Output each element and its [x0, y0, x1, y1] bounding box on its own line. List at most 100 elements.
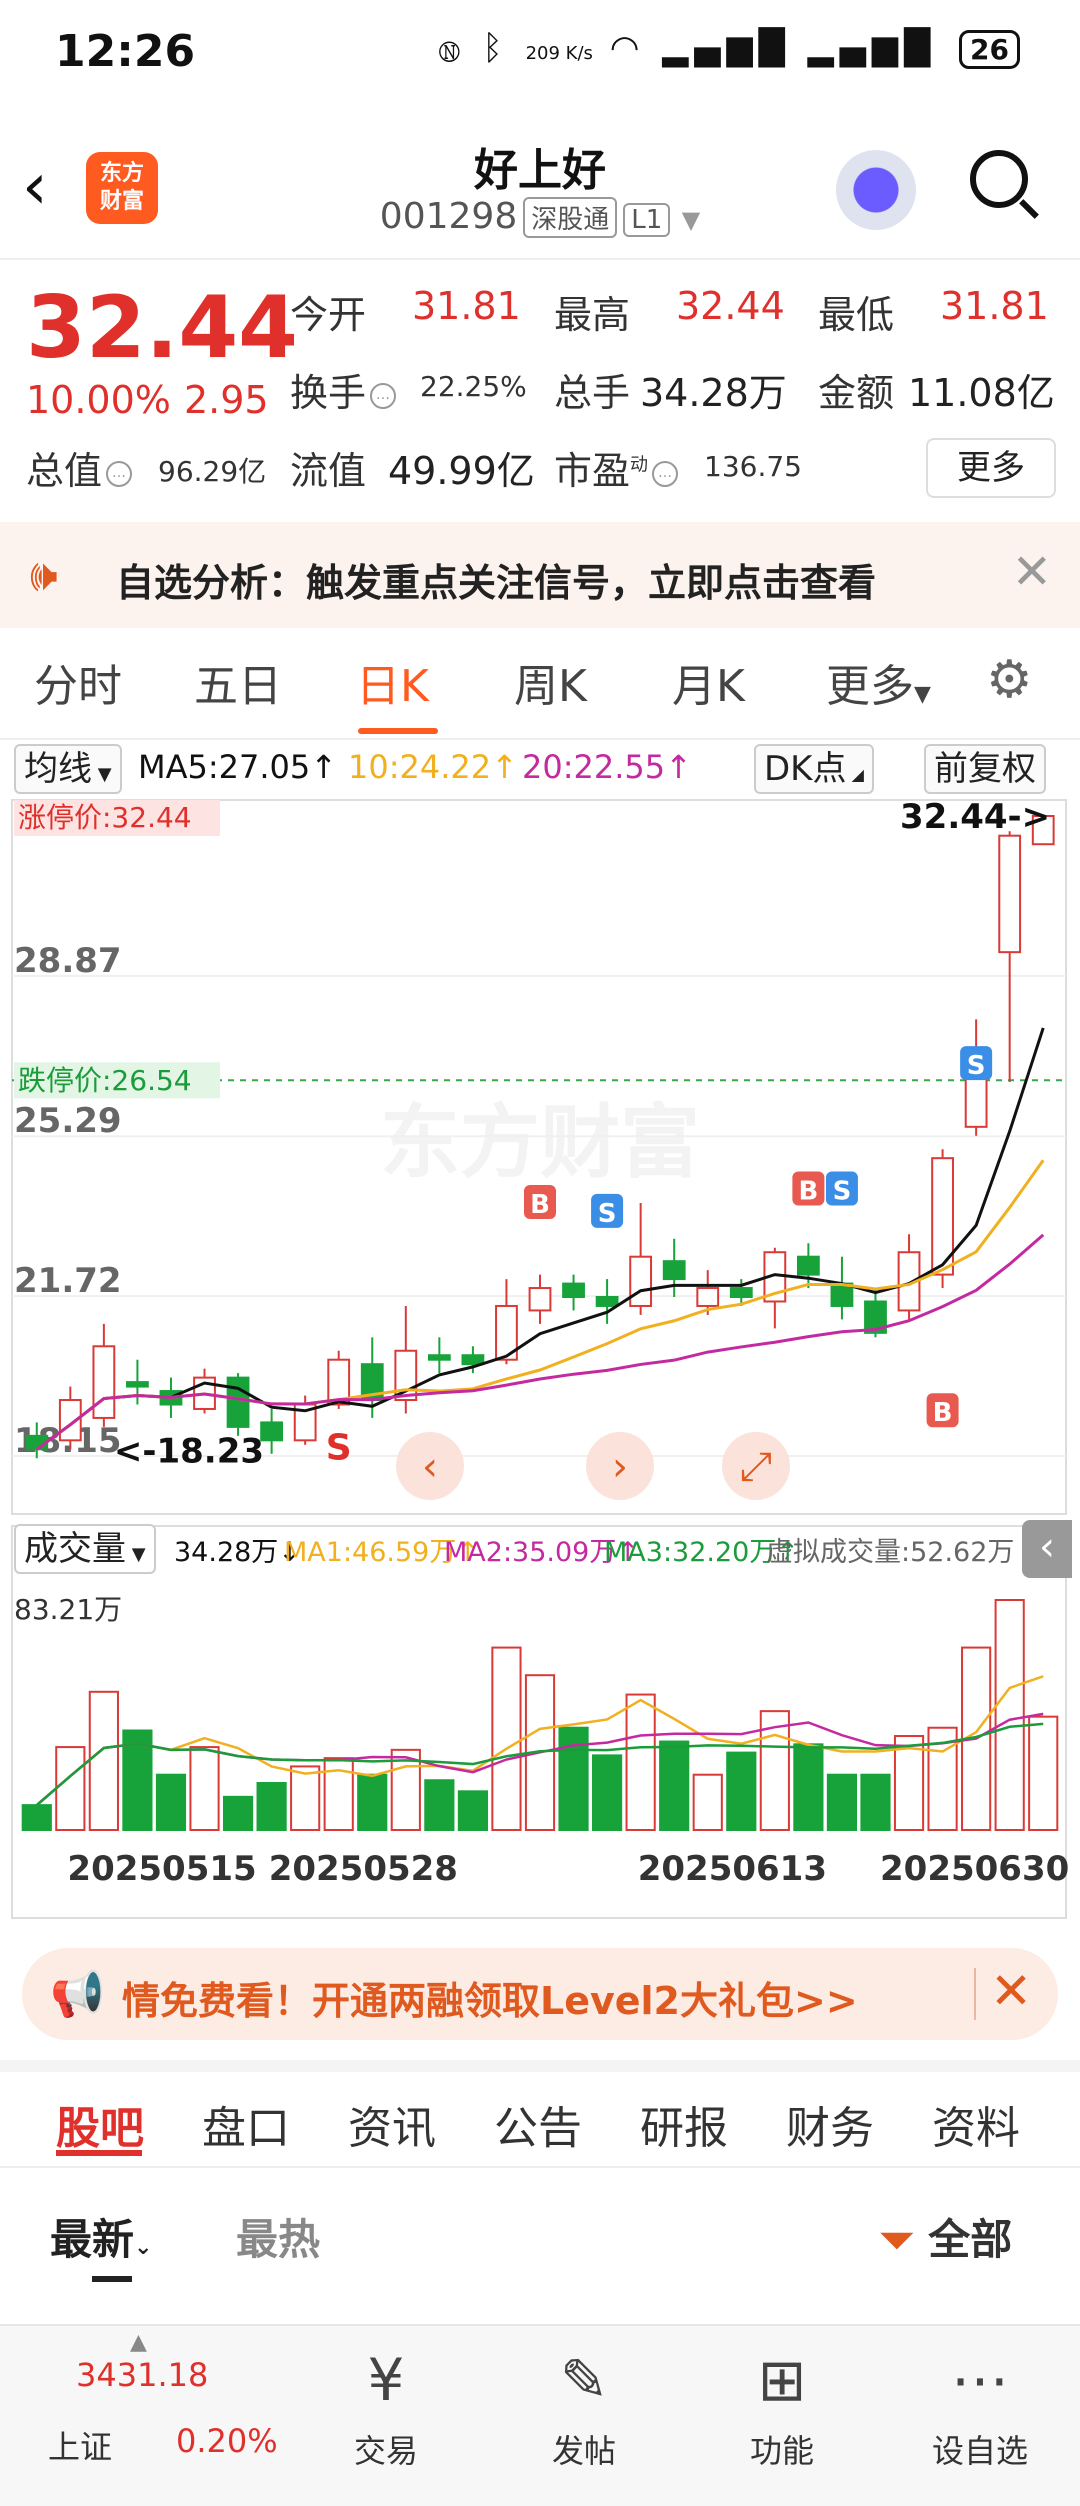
open-value: 31.81	[412, 284, 521, 328]
filter-button[interactable]: ⏷ 全部	[880, 2206, 1012, 2267]
volume-bar	[256, 1782, 287, 1831]
tab-financials[interactable]: 财务	[786, 2092, 874, 2156]
index-change[interactable]: 0.20%	[176, 2422, 278, 2460]
stock-code-row[interactable]: 001298 深股通 L1 ▼	[0, 196, 1080, 238]
info-icon: …	[370, 382, 397, 409]
collapse-icon[interactable]: ‹	[1022, 1520, 1072, 1578]
low-value: 31.81	[940, 284, 1049, 328]
tab-research[interactable]: 研报	[640, 2092, 728, 2156]
total-value: 96.29亿	[158, 455, 267, 488]
candle-body	[427, 1354, 451, 1361]
volume-bar	[189, 1746, 220, 1831]
tab-more[interactable]: 更多▼	[826, 650, 931, 714]
stock-name: 好上好	[474, 145, 606, 196]
candle-body	[998, 834, 1022, 954]
candle-body	[662, 1260, 686, 1281]
nav-functions[interactable]: 功能	[712, 2426, 852, 2472]
dk-point-select[interactable]: DK点 ◢	[754, 744, 874, 794]
chevron-down-icon: ▼	[681, 206, 701, 234]
search-icon[interactable]	[970, 150, 1028, 208]
apps-icon[interactable]: ⊞	[712, 2346, 852, 2414]
chevron-down-icon: ⌄	[134, 2235, 153, 2260]
alert-text: 自选分析：触发重点关注信号，立即点击查看	[116, 561, 877, 605]
assistant-robot-icon[interactable]	[836, 150, 916, 230]
candle-body	[461, 1354, 485, 1366]
nav-post[interactable]: 发帖	[514, 2426, 654, 2472]
trade-icon[interactable]: ¥	[316, 2346, 456, 2414]
volume-bar	[323, 1757, 354, 1832]
volume-label: 总手	[554, 371, 631, 415]
tab-daily-k[interactable]: 日K	[356, 650, 429, 714]
close-icon[interactable]: ✕	[1012, 544, 1052, 600]
index-value[interactable]: 3431.18	[76, 2356, 208, 2394]
y-tick-label: 21.72	[14, 1261, 122, 1301]
tab-intraday[interactable]: 分时	[34, 650, 122, 714]
limit-down-label: 跌停价:26.54	[18, 1064, 192, 1097]
volume-bar	[222, 1795, 254, 1832]
high-value: 32.44	[676, 284, 785, 328]
sort-underline	[92, 2276, 132, 2282]
main-indicator-value: 均线	[24, 749, 92, 789]
volume-bar	[424, 1779, 455, 1831]
tab-orderbook[interactable]: 盘口	[202, 2092, 290, 2156]
volume-bar	[88, 1690, 119, 1832]
candle-body	[528, 1287, 552, 1312]
chevron-down-icon: ▼	[92, 764, 112, 785]
tab-five-day[interactable]: 五日	[194, 650, 282, 714]
tab-profile[interactable]: 资料	[932, 2092, 1020, 2156]
volume-bar	[491, 1646, 522, 1831]
tab-more-label: 更多	[826, 661, 914, 712]
tab-announcements[interactable]: 公告	[494, 2092, 582, 2156]
post-icon[interactable]: ✎	[514, 2346, 654, 2414]
filter-label: 全部	[928, 2215, 1013, 2264]
high-label: 最高	[554, 293, 631, 337]
candle-body	[92, 1345, 116, 1419]
more-button[interactable]: 更多	[926, 438, 1056, 498]
ma5-label: MA5:27.05↑	[138, 748, 338, 786]
tab-weekly-k[interactable]: 周K	[514, 650, 587, 714]
turnover-rate-label[interactable]: 换手…	[290, 362, 400, 417]
tab-forum[interactable]: 股吧	[56, 2092, 144, 2156]
candle-body	[629, 1255, 653, 1307]
total-value-label-text: 总值	[26, 449, 103, 493]
volume-bar	[155, 1773, 187, 1832]
corner-icon: ◢	[846, 765, 864, 784]
volume-bar	[625, 1693, 656, 1832]
tab-monthly-k[interactable]: 月K	[672, 650, 745, 714]
sort-latest[interactable]: 最新⌄	[50, 2206, 152, 2267]
volume-indicator-select[interactable]: 成交量 ▼	[14, 1524, 156, 1574]
tab-news[interactable]: 资讯	[348, 2092, 436, 2156]
close-icon[interactable]: ✕	[990, 1962, 1032, 2020]
banner-text: 情免费看！开通两融领取Level2大礼包>>	[122, 1979, 858, 2023]
analysis-alert[interactable]: 🕪 自选分析：触发重点关注信号，立即点击查看 ✕	[0, 522, 1080, 628]
gear-icon[interactable]: ⚙	[986, 650, 1033, 710]
chevron-down-icon: ▼	[914, 682, 931, 707]
sort-hottest[interactable]: 最热	[236, 2206, 320, 2267]
kline-chart[interactable]: 东方财富 28.8725.2921.7218.15涨停价:32.44跌停价:26…	[0, 790, 1080, 1930]
candle-body	[696, 1287, 720, 1307]
divider	[0, 258, 1080, 260]
total-value-label[interactable]: 总值…	[26, 440, 136, 495]
watchlist-icon[interactable]: ⋯	[910, 2346, 1050, 2414]
volume-bar	[290, 1765, 321, 1831]
adjust-select[interactable]: 前复权	[924, 744, 1046, 794]
nav-add-watchlist[interactable]: 设自选	[910, 2426, 1050, 2472]
speaker-icon: 🕪	[30, 550, 58, 601]
sort-latest-label: 最新	[50, 2215, 135, 2264]
divider	[0, 2166, 1080, 2168]
index-name[interactable]: 上证	[48, 2422, 112, 2468]
chevron-down-icon: ▼	[126, 1544, 146, 1565]
amount-label: 金额	[818, 371, 895, 415]
pe-sup: 动	[630, 454, 649, 476]
float-value-label: 流值	[290, 449, 367, 493]
divider	[0, 2060, 1080, 2072]
volume-bar	[457, 1790, 488, 1832]
promo-banner[interactable]: 📢 情免费看！开通两融领取Level2大礼包>> ✕	[22, 1948, 1058, 2040]
nav-trade[interactable]: 交易	[316, 2426, 456, 2472]
main-indicator-select[interactable]: 均线 ▼	[14, 744, 122, 794]
x-tick-label: 20250630	[880, 1849, 1069, 1889]
pe-label[interactable]: 市盈动…	[554, 440, 682, 495]
float-value: 49.99亿	[388, 449, 535, 493]
clock: 12:26	[55, 26, 196, 77]
volume-bar	[1028, 1715, 1059, 1832]
